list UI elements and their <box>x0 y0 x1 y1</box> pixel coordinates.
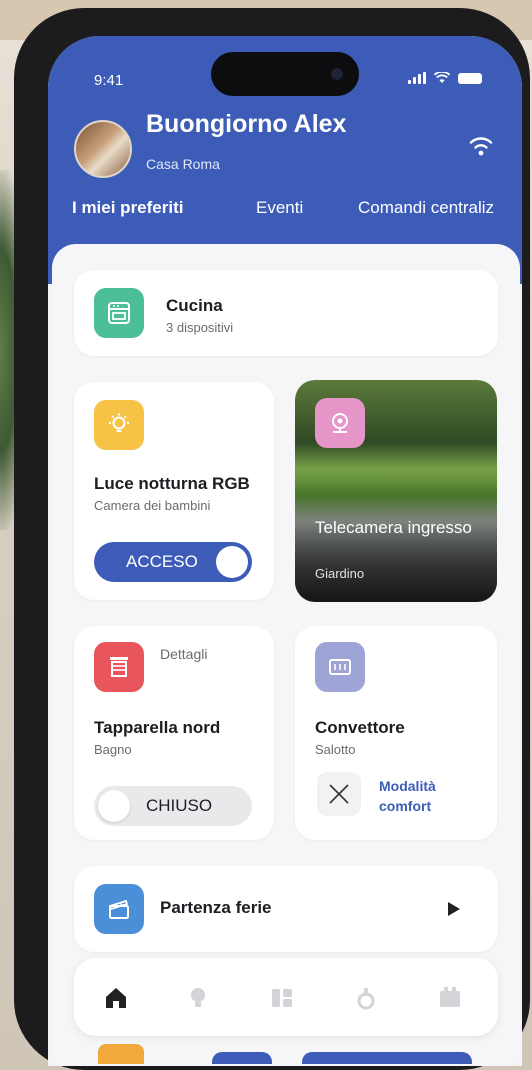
device-card-night-light[interactable]: Luce notturna RGB Camera dei bambini ACC… <box>74 382 274 600</box>
oven-icon <box>94 288 144 338</box>
night-light-subtitle: Camera dei bambini <box>94 498 211 513</box>
status-time: 9:41 <box>94 72 124 89</box>
device-card-camera[interactable]: Telecamera ingresso Giardino <box>295 380 497 602</box>
partial-button <box>302 1052 472 1064</box>
camera-title: Telecamera ingresso <box>315 518 472 537</box>
details-link[interactable]: Dettagli <box>160 646 207 662</box>
heater-icon <box>315 642 365 692</box>
security-icon[interactable] <box>346 978 386 1018</box>
device-card-shutter[interactable]: Dettagli Tapparella nord Bagno CHIUSO <box>74 626 274 840</box>
camera-subtitle: Giardino <box>315 566 365 581</box>
convector-subtitle: Salotto <box>315 742 356 757</box>
shutter-subtitle: Bagno <box>94 742 132 757</box>
bottom-nav <box>74 958 498 1036</box>
dashboard-content: Cucina 3 dispositivi Luce notturna RGB C… <box>52 244 520 1066</box>
avatar[interactable] <box>74 120 132 178</box>
phone-frame: 9:41 Buongiorno Alex Casa Roma I miei pr… <box>14 8 530 1070</box>
toggle-knob <box>216 546 248 578</box>
kitchen-title: Cucina <box>166 296 223 315</box>
tab-favorites[interactable]: I miei preferiti <box>72 198 183 218</box>
wifi-status-icon <box>434 72 450 83</box>
front-camera <box>331 68 343 80</box>
shutter-toggle-label: CHIUSO <box>146 796 213 815</box>
shutter-icon <box>94 642 144 692</box>
status-icons <box>408 72 482 84</box>
energy-icon[interactable] <box>430 978 470 1018</box>
device-card-convector[interactable]: Convettore Salotto Modalità comfort <box>295 626 497 840</box>
scene-title: Partenza ferie <box>160 898 272 917</box>
tab-bar: I miei preferiti Eventi Comandi centrali… <box>72 198 522 228</box>
devices-icon[interactable] <box>262 978 302 1018</box>
partial-toggle <box>212 1052 272 1064</box>
convector-mode[interactable]: Modalità comfort <box>379 776 469 816</box>
tab-events[interactable]: Eventi <box>256 198 303 218</box>
night-light-toggle[interactable]: ACCESO <box>94 542 252 582</box>
camera-icon <box>315 398 365 448</box>
home-name[interactable]: Casa Roma <box>146 156 220 172</box>
wifi-icon[interactable] <box>466 132 496 158</box>
scene-card-vacation[interactable]: Partenza ferie <box>74 866 498 952</box>
phone-screen: 9:41 Buongiorno Alex Casa Roma I miei pr… <box>48 36 522 1066</box>
toggle-knob <box>98 790 130 822</box>
room-card-kitchen[interactable]: Cucina 3 dispositivi <box>74 270 498 356</box>
play-icon[interactable] <box>444 900 462 918</box>
convector-title: Convettore <box>315 718 405 737</box>
lightbulb-icon[interactable] <box>178 978 218 1018</box>
dynamic-island <box>211 52 359 96</box>
lightbulb-icon <box>94 400 144 450</box>
battery-icon <box>458 73 482 84</box>
fan-icon[interactable] <box>317 772 361 816</box>
shutter-toggle[interactable]: CHIUSO <box>94 786 252 826</box>
signal-icon <box>408 72 426 84</box>
shutter-title: Tapparella nord <box>94 718 221 737</box>
clapperboard-icon <box>94 884 144 934</box>
tab-central-commands[interactable]: Comandi centraliz <box>358 198 494 218</box>
night-light-title: Luce notturna RGB <box>94 474 250 493</box>
home-icon[interactable] <box>96 978 136 1018</box>
night-light-toggle-label: ACCESO <box>126 552 198 571</box>
greeting-title: Buongiorno Alex <box>146 110 347 138</box>
kitchen-subtitle: 3 dispositivi <box>166 320 234 335</box>
partial-card-icon <box>98 1044 144 1064</box>
